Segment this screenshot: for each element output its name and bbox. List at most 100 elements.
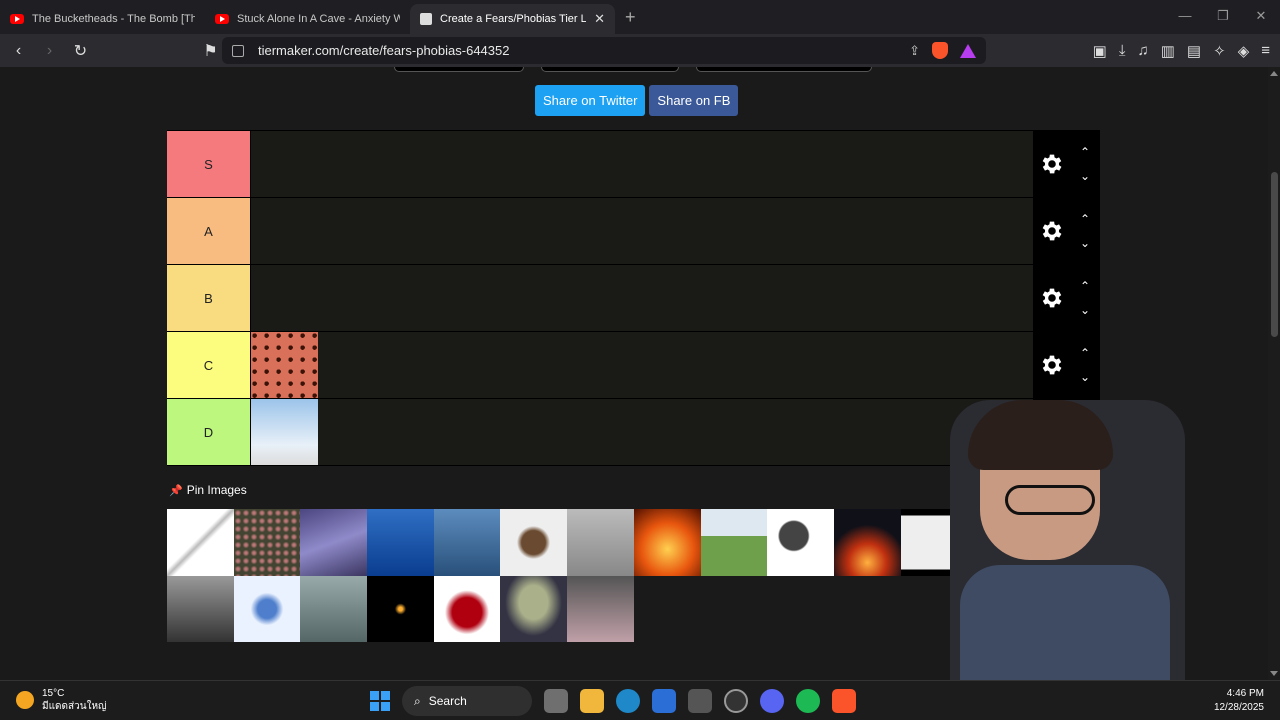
pool-image-syringe[interactable]: [167, 509, 234, 576]
move-up-icon[interactable]: ⌃: [1080, 279, 1090, 293]
pool-image-fire[interactable]: [633, 509, 701, 576]
back-icon[interactable]: ‹: [6, 42, 31, 60]
move-down-icon[interactable]: ⌄: [1080, 236, 1090, 250]
tier-drop-zone[interactable]: [251, 198, 1033, 264]
file-explorer-icon[interactable]: [580, 689, 604, 713]
pool-image-microphone[interactable]: [767, 509, 834, 576]
pin-images-label: Pin Images: [186, 483, 247, 497]
screenshot-icon[interactable]: ▣: [1093, 42, 1107, 60]
tier-label[interactable]: S: [167, 131, 251, 197]
tier-drop-zone[interactable]: [251, 265, 1033, 331]
pool-image-height-bridge[interactable]: [300, 575, 368, 643]
tab-3-active[interactable]: Create a Fears/Phobias Tier List ✕: [410, 4, 615, 34]
gear-icon[interactable]: [1039, 352, 1065, 378]
vpn-icon[interactable]: ◈: [1238, 42, 1250, 60]
search-icon: ⌕: [414, 693, 421, 708]
tier-row-a: A ⌃ ⌄: [167, 198, 1100, 265]
brave-shields-icon[interactable]: [932, 42, 948, 59]
tier-drop-zone[interactable]: [251, 131, 1033, 197]
tier-drop-zone[interactable]: [251, 399, 1033, 465]
scroll-thumb[interactable]: [1271, 172, 1278, 337]
reload-icon[interactable]: ↻: [68, 41, 93, 61]
bookmark-icon[interactable]: ⚑: [198, 41, 223, 61]
tab-2[interactable]: Stuck Alone In A Cave - Anxiety Warr: [205, 4, 410, 34]
move-up-icon[interactable]: ⌃: [1080, 212, 1090, 226]
tier-controls: ⌃⌄: [1033, 332, 1100, 398]
top-button[interactable]: [696, 67, 872, 72]
pool-image-virus[interactable]: [233, 575, 301, 643]
move-down-icon[interactable]: ⌄: [1080, 303, 1090, 317]
pin-images-toggle[interactable]: 📌 Pin Images: [169, 483, 247, 497]
top-button[interactable]: [541, 67, 679, 72]
wallet-icon[interactable]: ▤: [1187, 42, 1201, 60]
brave-browser-icon[interactable]: [832, 689, 856, 713]
tier-label[interactable]: C: [167, 332, 251, 398]
brave-rewards-icon[interactable]: [960, 43, 976, 58]
move-down-icon[interactable]: ⌄: [1080, 169, 1090, 183]
system-clock[interactable]: 4:46 PM 12/28/2025: [1214, 687, 1264, 715]
scroll-down-arrow[interactable]: [1270, 671, 1278, 676]
menu-icon[interactable]: ≡: [1261, 42, 1270, 60]
share-twitter-button[interactable]: Share on Twitter: [535, 85, 646, 116]
webcam-shirt: [960, 565, 1170, 680]
gear-icon[interactable]: [1039, 285, 1065, 311]
media-icon[interactable]: ♫: [1137, 42, 1148, 60]
pool-image-ocean[interactable]: [367, 509, 434, 576]
sidebar-icon[interactable]: ▥: [1161, 42, 1175, 60]
app-icon[interactable]: [688, 689, 712, 713]
tier-drop-zone[interactable]: [251, 332, 1033, 398]
pool-image-grave[interactable]: [700, 509, 768, 576]
page-scrollbar[interactable]: [1268, 67, 1280, 680]
pool-image-candle-dark[interactable]: [367, 575, 434, 643]
tier-image-trypophobia-holes[interactable]: [251, 332, 318, 398]
weather-sun-icon: [16, 691, 34, 709]
spotify-icon[interactable]: [796, 689, 820, 713]
download-icon[interactable]: ⤓: [1119, 42, 1126, 60]
close-window-button[interactable]: ✕: [1242, 0, 1280, 32]
top-button[interactable]: [394, 67, 524, 72]
tier-label[interactable]: B: [167, 265, 251, 331]
share-icon[interactable]: ⇪: [909, 43, 920, 59]
new-tab-button[interactable]: +: [615, 7, 646, 34]
discord-icon[interactable]: [760, 689, 784, 713]
weather-widget[interactable]: 15°C มีแดดส่วนใหญ่: [16, 687, 107, 713]
edge-icon[interactable]: [616, 689, 640, 713]
share-facebook-button[interactable]: Share on FB: [649, 85, 739, 116]
leo-ai-icon[interactable]: ✧: [1213, 42, 1226, 60]
pool-image-spider[interactable]: [500, 509, 568, 576]
tab-title: Stuck Alone In A Cave - Anxiety Warr: [237, 13, 400, 25]
pool-image-lightning[interactable]: [300, 509, 368, 576]
minimize-button[interactable]: —: [1166, 0, 1204, 32]
pool-image-clown[interactable]: [567, 509, 634, 576]
pool-image-scared-child[interactable]: [567, 575, 634, 643]
tier-image-airplane[interactable]: [251, 399, 318, 465]
move-up-icon[interactable]: ⌃: [1080, 145, 1090, 159]
close-tab-icon[interactable]: ✕: [594, 11, 605, 27]
address-bar[interactable]: tiermaker.com/create/fears-phobias-64435…: [222, 37, 986, 64]
tab-1[interactable]: The Bucketheads - The Bomb [These: [0, 4, 205, 34]
pool-image-shark[interactable]: [433, 509, 501, 576]
gear-icon[interactable]: [1039, 151, 1065, 177]
pool-image-apocalypse[interactable]: [833, 509, 901, 576]
tier-controls: ⌃⌄: [1033, 265, 1100, 331]
obs-icon[interactable]: [724, 689, 748, 713]
start-windows-icon[interactable]: [370, 691, 390, 711]
forward-icon[interactable]: ›: [37, 42, 62, 60]
tier-label[interactable]: D: [167, 399, 251, 465]
store-icon[interactable]: [652, 689, 676, 713]
maximize-button[interactable]: ❐: [1204, 0, 1242, 32]
taskbar-search[interactable]: ⌕ Search: [402, 686, 532, 716]
move-down-icon[interactable]: ⌄: [1080, 370, 1090, 384]
move-up-icon[interactable]: ⌃: [1080, 346, 1090, 360]
tier-label[interactable]: A: [167, 198, 251, 264]
site-info-icon[interactable]: [232, 44, 244, 57]
scroll-up-arrow[interactable]: [1270, 71, 1278, 76]
tier-controls: ⌃⌄: [1033, 198, 1100, 264]
task-view-icon[interactable]: [544, 689, 568, 713]
pool-image-alien[interactable]: [500, 575, 568, 643]
pool-image-man-portrait[interactable]: [167, 575, 234, 643]
tier-row-c: C ⌃ ⌄: [167, 332, 1100, 399]
gear-icon[interactable]: [1039, 218, 1065, 244]
pool-image-crowd[interactable]: [233, 509, 301, 576]
pool-image-blood[interactable]: [433, 575, 501, 643]
